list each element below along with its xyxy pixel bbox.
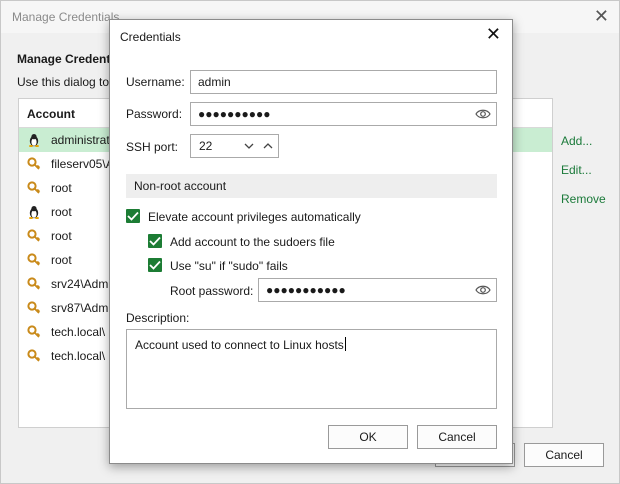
ssh-port-label: SSH port:: [126, 140, 179, 154]
account-name: srv24\Adm: [51, 277, 109, 291]
window-title: Manage Credentials: [12, 10, 120, 24]
username-input[interactable]: admin: [190, 70, 497, 94]
credentials-dialog: Credentials ✕ Username: admin Password: …: [109, 19, 513, 464]
key-icon: [27, 229, 41, 243]
use-su-label[interactable]: Use "su" if "sudo" fails: [170, 259, 288, 273]
ssh-port-value: 22: [199, 139, 213, 153]
ok-button[interactable]: OK: [328, 425, 408, 449]
account-name: tech.local\: [51, 349, 106, 363]
username-value: admin: [198, 75, 231, 89]
key-icon: [27, 301, 41, 315]
account-name: fileserv05\A: [51, 157, 114, 171]
ssh-port-stepper[interactable]: 22: [190, 134, 279, 158]
password-input[interactable]: ●●●●●●●●●●: [190, 102, 497, 126]
add-credential-link[interactable]: Add...: [561, 134, 592, 148]
page-heading: Manage Credent: [17, 52, 111, 66]
account-name: root: [51, 229, 72, 243]
description-value: Account used to connect to Linux hosts: [135, 338, 344, 352]
use-su-checkbox[interactable]: [148, 258, 162, 272]
root-password-input[interactable]: ●●●●●●●●●●●: [258, 278, 497, 302]
linux-penguin-icon: [27, 133, 41, 147]
username-label: Username:: [126, 75, 185, 89]
account-name: srv87\Adm: [51, 301, 109, 315]
key-icon: [27, 277, 41, 291]
key-icon: [27, 325, 41, 339]
add-to-sudoers-label[interactable]: Add account to the sudoers file: [170, 235, 335, 249]
show-root-password-eye-icon[interactable]: [475, 283, 491, 297]
cancel-button-background[interactable]: Cancel: [524, 443, 604, 467]
root-password-label: Root password:: [170, 284, 254, 298]
account-name: administrat: [51, 133, 110, 147]
password-label: Password:: [126, 107, 183, 121]
key-icon: [27, 157, 41, 171]
root-password-value: ●●●●●●●●●●●: [266, 283, 346, 297]
remove-credential-link[interactable]: Remove: [561, 192, 606, 206]
password-value: ●●●●●●●●●●: [198, 107, 271, 121]
chevron-up-icon[interactable]: [260, 138, 276, 154]
key-icon: [27, 349, 41, 363]
account-name: tech.local\: [51, 325, 106, 339]
key-icon: [27, 181, 41, 195]
account-name: root: [51, 181, 72, 195]
edit-credential-link[interactable]: Edit...: [561, 163, 592, 177]
description-textarea[interactable]: Account used to connect to Linux hosts: [126, 329, 497, 409]
dialog-title: Credentials: [120, 30, 181, 44]
account-name: root: [51, 205, 72, 219]
key-icon: [27, 253, 41, 267]
dialog-close-icon[interactable]: ✕: [486, 24, 501, 45]
account-name: root: [51, 253, 72, 267]
cancel-button[interactable]: Cancel: [417, 425, 497, 449]
text-caret: [344, 337, 346, 351]
chevron-down-icon[interactable]: [241, 138, 257, 154]
linux-penguin-icon: [27, 205, 41, 219]
add-to-sudoers-checkbox[interactable]: [148, 234, 162, 248]
description-label: Description:: [126, 311, 190, 325]
page-description: Use this dialog to: [17, 75, 110, 89]
section-label: Non-root account: [134, 179, 227, 193]
elevate-privileges-checkbox[interactable]: [126, 209, 140, 223]
non-root-section-header: Non-root account: [126, 174, 497, 198]
elevate-privileges-label[interactable]: Elevate account privileges automatically: [148, 210, 361, 224]
window-close-icon[interactable]: ✕: [594, 6, 609, 27]
show-password-eye-icon[interactable]: [475, 107, 491, 121]
